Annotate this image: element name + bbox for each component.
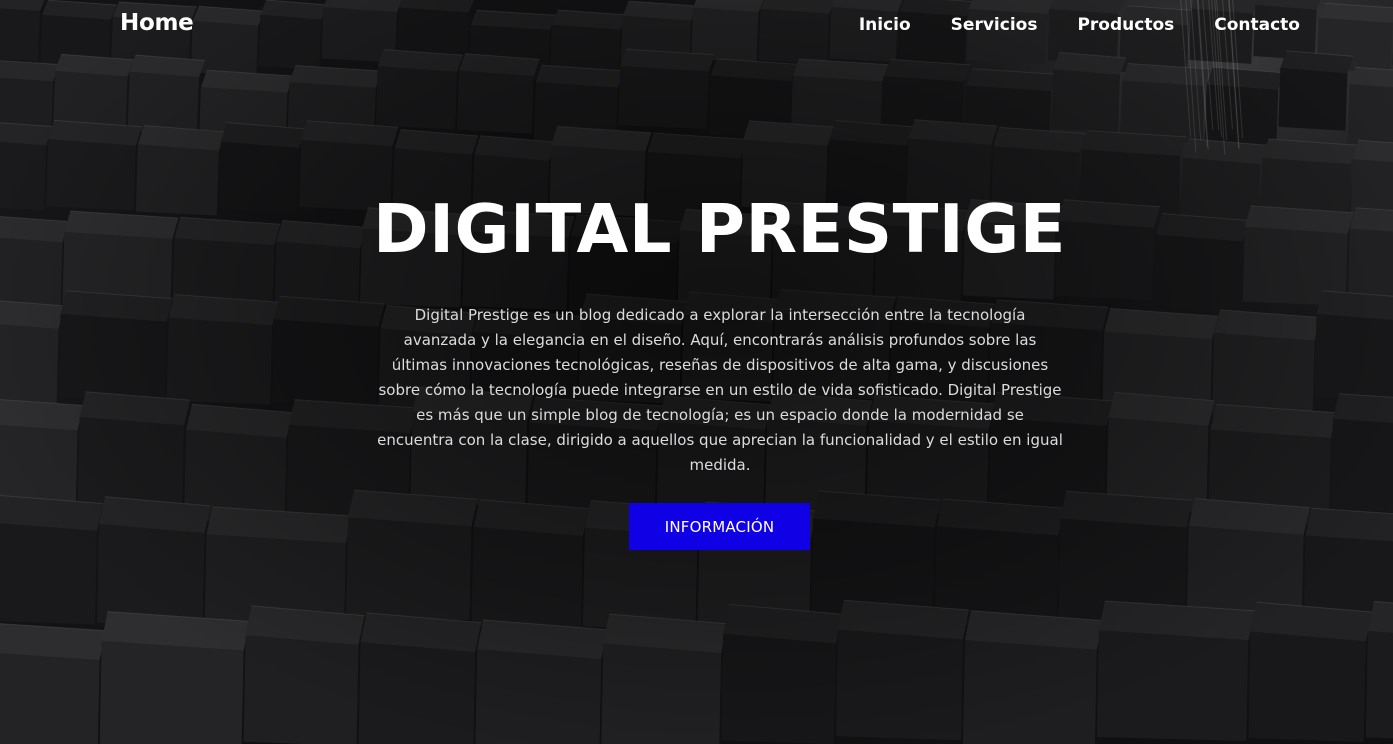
hero-section: Home Inicio Servicios Productos Contacto…	[0, 0, 1393, 744]
brand-home-link[interactable]: Home	[120, 10, 194, 36]
informacion-button[interactable]: INFORMACIÓN	[629, 503, 810, 550]
nav-menu: Inicio Servicios Productos Contacto	[859, 15, 1300, 35]
nav-item-inicio: Inicio	[859, 15, 911, 35]
nav-link-servicios[interactable]: Servicios	[951, 15, 1038, 35]
top-navbar: Home Inicio Servicios Productos Contacto	[0, 0, 1393, 54]
nav-item-productos: Productos	[1077, 15, 1174, 35]
nav-link-productos[interactable]: Productos	[1077, 15, 1174, 35]
page-title: DIGITAL PRESTIGE	[373, 190, 1066, 268]
nav-item-servicios: Servicios	[951, 15, 1038, 35]
hero-description: Digital Prestige es un blog dedicado a e…	[377, 306, 1063, 474]
nav-link-inicio[interactable]: Inicio	[859, 15, 911, 35]
nav-item-contacto: Contacto	[1214, 15, 1300, 35]
nav-link-contacto[interactable]: Contacto	[1214, 15, 1300, 35]
